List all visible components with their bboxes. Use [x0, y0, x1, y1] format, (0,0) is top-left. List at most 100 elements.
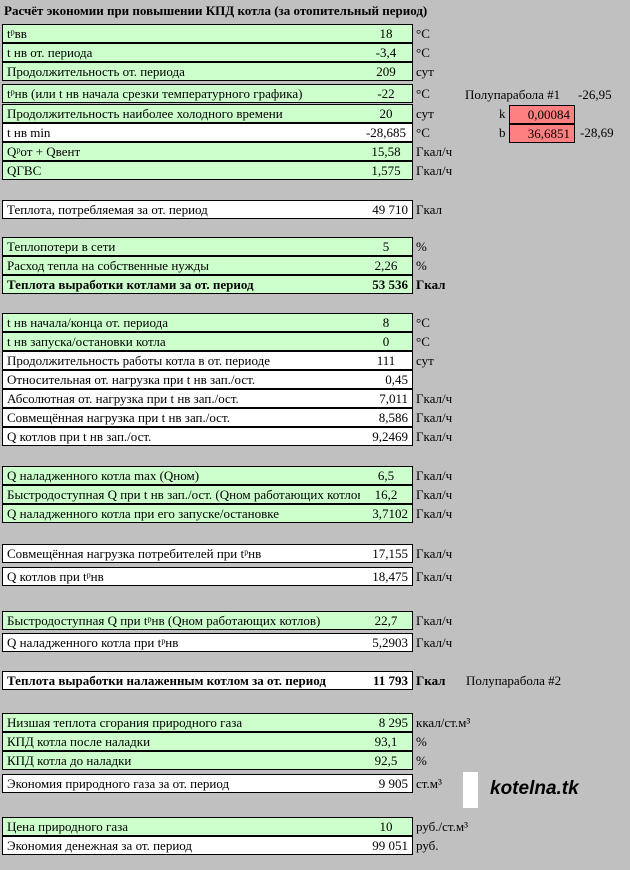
k-label: k [499, 106, 506, 121]
row-unit: % [416, 753, 427, 768]
row-value-cell[interactable]: 22,7 [360, 611, 413, 630]
row-label: Qᵖот + Qвент [2, 142, 366, 161]
row-value-cell[interactable]: 99 051 [360, 836, 413, 855]
row-value-cell[interactable]: 8 295 [360, 713, 413, 732]
row-unit: °C [416, 315, 430, 330]
row-value-cell[interactable]: 92,5 [360, 751, 413, 770]
row-label: Q котлов при t нв зап./ост. [2, 427, 366, 446]
row-unit: Гкал/ч [416, 506, 453, 521]
row-label: Расход тепла на собственные нужды [2, 256, 366, 275]
row-unit: Гкал/ч [416, 546, 453, 561]
row-unit: Гкал/ч [416, 569, 453, 584]
parabola2-label: Полупарабола #2 [466, 673, 562, 688]
row-unit: Гкал/ч [416, 613, 453, 628]
row-unit: Гкал/ч [416, 487, 453, 502]
row-label: Q наладженного котла при его запуске/ост… [2, 504, 366, 523]
row-label: Продолжительность от. периода [2, 62, 366, 81]
row-value-cell[interactable]: 1,575 [360, 161, 413, 180]
row-label: Быстродоступная Q при t нв зап./ост. (Qн… [2, 485, 366, 504]
row-unit: ккал/ст.м³ [416, 715, 471, 730]
row-unit: Гкал [416, 277, 446, 292]
row-label: t нв min [2, 123, 366, 142]
row-label: КПД котла до наладки [2, 751, 366, 770]
row-unit: °C [416, 26, 430, 41]
row-value-cell[interactable]: 18,475 [360, 567, 413, 586]
row-value-cell[interactable]: 8 [360, 313, 413, 332]
row-value-cell[interactable]: 8,586 [360, 408, 413, 427]
row-value-cell[interactable]: 0 [360, 332, 413, 351]
row-value-cell[interactable]: 9 905 [360, 774, 413, 793]
row-label: t нв начала/конца от. периода [2, 313, 366, 332]
row-label: КПД котла после наладки [2, 732, 366, 751]
row-unit: Гкал/ч [416, 429, 453, 444]
row-value-cell[interactable]: 18 [360, 24, 413, 43]
row-label: Теплопотери в сети [2, 237, 366, 256]
row-label: Q наладженного котла при tᵖнв [2, 633, 366, 652]
row-label: Абсолютная от. нагрузка при t нв зап./ос… [2, 389, 366, 408]
row-value-cell[interactable]: 111 [360, 351, 413, 370]
k-value-cell[interactable]: 0,00084 [509, 105, 575, 124]
row-value-cell[interactable]: 6,5 [360, 466, 413, 485]
row-unit: Гкал/ч [416, 163, 453, 178]
row-value-cell[interactable]: 2,26 [360, 256, 413, 275]
row-unit: Гкал/ч [416, 144, 453, 159]
row-label: Совмещённая нагрузка при t нв зап./ост. [2, 408, 366, 427]
row-unit: °C [416, 125, 430, 140]
b-value-cell[interactable]: 36,6851 [509, 124, 575, 143]
row-unit: руб./ст.м³ [416, 819, 468, 834]
row-value-cell[interactable]: -3,4 [360, 43, 413, 62]
row-unit: Гкал/ч [416, 410, 453, 425]
row-unit: °C [416, 334, 430, 349]
row-value-cell[interactable]: 5 [360, 237, 413, 256]
b-side-value: -28,69 [580, 125, 614, 140]
row-value-cell[interactable]: -22 [360, 84, 413, 103]
b-label: b [499, 125, 506, 140]
row-value-cell[interactable]: 9,2469 [360, 427, 413, 446]
row-label: Относительная от. нагрузка при t нв зап.… [2, 370, 366, 389]
row-value-cell[interactable]: 0,45 [360, 370, 413, 389]
row-unit: °C [416, 86, 430, 101]
row-unit: % [416, 239, 427, 254]
row-value-cell[interactable]: -28,685 [360, 123, 413, 142]
row-label: Цена природного газа [2, 817, 366, 836]
row-value-cell[interactable]: 15,58 [360, 142, 413, 161]
row-label: tᵖнв (или t нв начала срезки температурн… [2, 84, 366, 103]
row-label: Теплота, потребляемая за от. период [2, 200, 366, 219]
row-unit: сут [416, 64, 434, 79]
row-value-cell[interactable]: 93,1 [360, 732, 413, 751]
row-label: QГВС [2, 161, 366, 180]
row-unit: % [416, 734, 427, 749]
row-label: Быстродоступная Q при tᵖнв (Qном работаю… [2, 611, 366, 630]
row-value-cell[interactable]: 209 [360, 62, 413, 81]
row-label: Экономия денежная за от. период [2, 836, 366, 855]
row-label: Теплота выработки налаженным котлом за о… [2, 671, 366, 690]
row-unit: Гкал/ч [416, 635, 453, 650]
row-label: Продолжительность работы котла в от. пер… [2, 351, 366, 370]
row-unit: руб. [416, 838, 439, 853]
row-value-cell[interactable]: 11 793 [360, 671, 413, 690]
logo-box [463, 772, 478, 808]
row-unit: сут [416, 106, 434, 121]
row-value-cell[interactable]: 53 536 [360, 275, 413, 294]
row-unit: Гкал [416, 202, 443, 217]
row-unit: Гкал/ч [416, 468, 453, 483]
row-unit: °C [416, 45, 430, 60]
row-unit: сут [416, 353, 434, 368]
row-label: Q наладженного котла max (Qном) [2, 466, 366, 485]
row-value-cell[interactable]: 10 [360, 817, 413, 836]
row-label: tᵖвв [2, 24, 366, 43]
row-value-cell[interactable]: 16,2 [360, 485, 413, 504]
row-label: t нв от. периода [2, 43, 366, 62]
row-label: Экономия природного газа за от. период [2, 774, 366, 793]
row-value-cell[interactable]: 7,011 [360, 389, 413, 408]
row-value-cell[interactable]: 5,2903 [360, 633, 413, 652]
row-unit: Гкал/ч [416, 391, 453, 406]
row-value-cell[interactable]: 20 [360, 104, 413, 123]
row-label: Теплота выработки котлами за от. период [2, 275, 366, 294]
site-logo: kotelna.tk [490, 778, 579, 799]
row-value-cell[interactable]: 17,155 [360, 544, 413, 563]
row-value-cell[interactable]: 3,7102 [360, 504, 413, 523]
row-unit: % [416, 258, 427, 273]
sheet-title: Расчёт экономии при повышении КПД котла … [4, 3, 428, 18]
row-value-cell[interactable]: 49 710 [360, 200, 413, 219]
